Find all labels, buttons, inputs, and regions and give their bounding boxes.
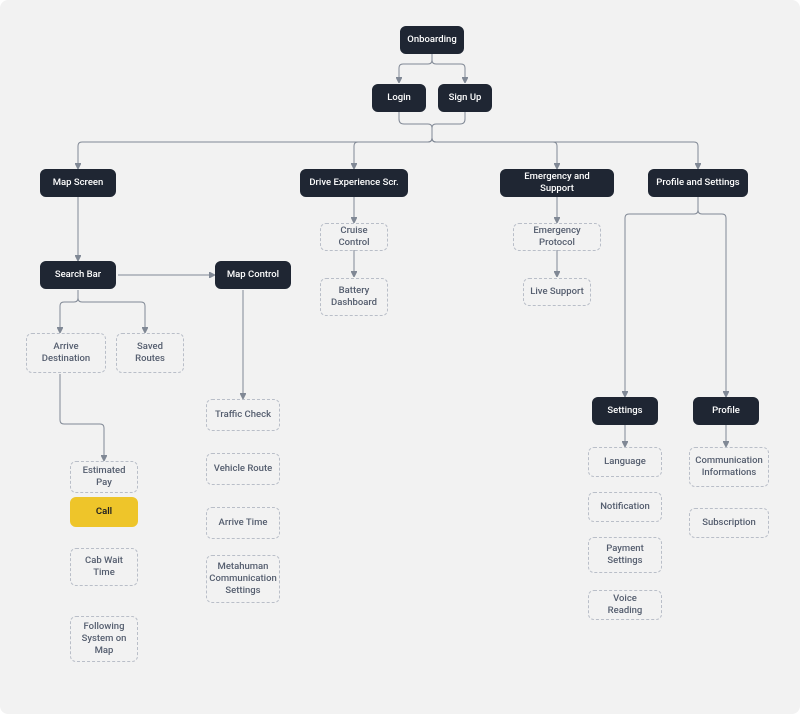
node-cruise-control: Cruise Control xyxy=(320,223,388,251)
node-language: Language xyxy=(588,447,662,477)
node-drive-experience: Drive Experience Scr. xyxy=(300,169,408,197)
node-profile: Profile xyxy=(693,397,759,425)
node-profile-settings: Profile and Settings xyxy=(648,169,748,197)
flow-diagram: Onboarding Login Sign Up Map Screen Driv… xyxy=(0,0,800,714)
node-battery-dashboard: Battery Dashboard xyxy=(320,278,388,316)
node-arrive-time: Arrive Time xyxy=(206,507,280,539)
node-saved-routes: Saved Routes xyxy=(116,333,184,373)
node-signup: Sign Up xyxy=(438,84,492,112)
node-traffic-check: Traffic Check xyxy=(206,399,280,431)
node-following-system: Following System on Map xyxy=(70,616,138,662)
node-vehicle-route: Vehicle Route xyxy=(206,453,280,485)
node-search-bar: Search Bar xyxy=(40,261,116,289)
node-subscription: Subscription xyxy=(689,508,769,538)
node-onboarding: Onboarding xyxy=(400,26,464,54)
node-call: Call xyxy=(70,497,138,527)
node-notification: Notification xyxy=(588,492,662,522)
node-emergency-support: Emergency and Support xyxy=(500,169,614,197)
node-cab-wait-time: Cab Wait Time xyxy=(70,548,138,586)
node-estimated-pay: Estimated Pay xyxy=(70,461,138,493)
node-settings: Settings xyxy=(592,397,658,425)
node-comm-info: Communication Informations xyxy=(689,447,769,487)
node-metahuman: Metahuman Communication Settings xyxy=(206,555,280,603)
node-map-control: Map Control xyxy=(215,261,291,289)
node-voice-reading: Voice Reading xyxy=(588,590,662,620)
node-login: Login xyxy=(372,84,426,112)
node-emergency-protocol: Emergency Protocol xyxy=(513,223,601,251)
node-map-screen: Map Screen xyxy=(40,169,116,197)
node-arrive-destination: Arrive Destination xyxy=(26,333,106,373)
node-live-support: Live Support xyxy=(523,278,591,306)
node-payment-settings: Payment Settings xyxy=(588,537,662,573)
